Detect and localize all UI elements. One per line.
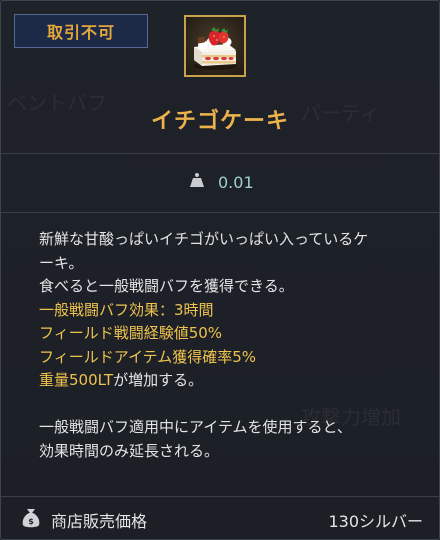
shop-price-label: 商店販売価格 [51, 512, 148, 531]
money-bag-icon: $ [22, 509, 40, 528]
description-line: 食べると一般戦闘バフを獲得できる。 [39, 277, 294, 295]
description-line: 一般戦闘バフ適用中にアイテムを使用すると、 [39, 418, 352, 436]
description-line: ーキ。 [39, 253, 84, 272]
strawberry-cake-icon [193, 27, 237, 70]
buff-duration-line: 一般戦闘バフ効果：3時間 [39, 300, 214, 319]
buff-weight-suffix: が増加する。 [113, 371, 204, 389]
tooltip-header: 取引不可 イチゴケーキ [1, 1, 439, 154]
description-line: 効果時間のみ延長される。 [39, 441, 220, 460]
description-line: 新鮮な甘酸っぱいイチゴがいっぱい入っているケ [39, 230, 369, 248]
untradeable-badge: 取引不可 [14, 14, 148, 48]
weight-icon [190, 173, 204, 187]
item-tooltip: ベントバフ パーティ 攻撃力増加 取引不可 イチゴケーキ 0.01 新鮮な甘酸っ… [0, 0, 440, 540]
buff-weight-line: 重量500LTが増加する。 [39, 369, 427, 393]
item-description: 新鮮な甘酸っぱいイチゴがいっぱい入っているケ ーキ。 食べると一般戦闘バフを獲得… [39, 228, 427, 463]
svg-text:$: $ [28, 517, 34, 526]
shop-price-value: 130シルバー [328, 512, 423, 531]
description-spacer [39, 393, 427, 417]
buff-drop-line: フィールドアイテム獲得確率5% [39, 347, 256, 366]
buff-weight-value: 重量500LT [39, 371, 114, 389]
weight-row: 0.01 [1, 154, 439, 213]
buff-exp-line: フィールド戦闘経験値50% [39, 324, 223, 342]
item-name: イチゴケーキ [150, 109, 289, 134]
item-icon-frame [184, 15, 246, 77]
shop-price-row: $ 商店販売価格 130シルバー [1, 496, 439, 539]
weight-value: 0.01 [218, 173, 254, 192]
